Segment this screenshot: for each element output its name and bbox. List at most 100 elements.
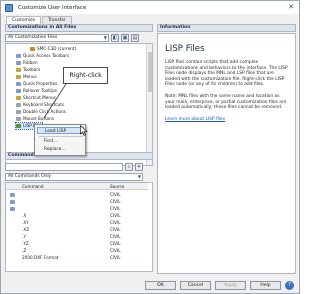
- customizations-toolbar: All Customization Files ▼ ◧ ▣ ▤: [5, 33, 153, 42]
- tree-item-label: Quick Properties: [23, 81, 58, 86]
- tree-item-label: Mouse Buttons: [23, 116, 55, 121]
- cui-file-icon: [30, 47, 35, 51]
- menu-item-find[interactable]: Find...: [37, 138, 84, 145]
- help-button[interactable]: Help: [250, 281, 281, 290]
- menu-item-replace[interactable]: Replace...: [37, 146, 84, 153]
- command-search-input[interactable]: [5, 162, 123, 171]
- toolbar-icon: [16, 54, 21, 58]
- table-row[interactable]: .XZ CIVIL: [6, 227, 148, 233]
- customization-files-select[interactable]: All Customization Files ▼: [5, 33, 109, 42]
- tree-item-label: Quick Access Toolbars: [23, 53, 70, 58]
- tree-scrollbar[interactable]: [146, 44, 152, 165]
- tree-item-keyboard-shortcuts[interactable]: Keyboard Shortcuts: [16, 102, 64, 108]
- menu-icon: [16, 75, 21, 79]
- tree-item-double-click-actions[interactable]: Double Click Actions: [16, 109, 66, 115]
- window-title: Customize User Interface: [18, 4, 87, 11]
- dock-icon[interactable]: ▤: [131, 33, 139, 42]
- table-row[interactable]: .X CIVIL: [6, 213, 148, 219]
- ok-button[interactable]: OK: [145, 281, 176, 290]
- column-source[interactable]: Source: [110, 183, 124, 190]
- mouse-icon: [16, 117, 21, 121]
- learn-more-link[interactable]: Learn more about LISP files: [165, 117, 225, 122]
- tree-item-label: Menus: [23, 74, 37, 79]
- command-source: CIVIL: [110, 227, 121, 232]
- tree-item-label: Rollover Tooltips: [23, 88, 58, 93]
- tree-item-label: SMC-C3D (current): [37, 46, 77, 51]
- info-description: LISP files contain scripts that add comp…: [165, 60, 288, 88]
- tree-item-shortcut-menus[interactable]: Shortcut Menus: [16, 95, 56, 101]
- keyboard-icon: [16, 103, 21, 107]
- tree-item-menus[interactable]: Menus: [16, 74, 37, 80]
- information-header: Information: [157, 24, 296, 32]
- column-command[interactable]: Command: [22, 183, 44, 190]
- properties-icon: [16, 82, 21, 86]
- search-icon[interactable]: ⌕: [125, 162, 133, 171]
- command-source: CIVIL: [110, 241, 121, 246]
- cancel-button[interactable]: Cancel: [180, 281, 211, 290]
- new-command-icon[interactable]: ✦: [135, 162, 143, 171]
- tab-customize[interactable]: Customize: [6, 16, 42, 24]
- close-icon[interactable]: ✕: [288, 3, 294, 11]
- mouse-cursor-icon: [80, 125, 88, 136]
- menu-item-load-lisp[interactable]: Load LISP: [37, 127, 84, 134]
- tooltip-icon: [16, 89, 21, 93]
- save-icon[interactable]: ▣: [121, 33, 129, 42]
- table-row[interactable]: CIVIL: [6, 206, 148, 212]
- tree-item-label: Double Click Actions: [23, 109, 66, 114]
- tree-item-quick-properties[interactable]: Quick Properties: [16, 81, 57, 87]
- command-icon: [10, 207, 15, 211]
- tree-item-rollover-tooltips[interactable]: Rollover Tooltips: [16, 88, 57, 94]
- command-icon: [10, 200, 15, 204]
- command-source: CIVIL: [110, 220, 121, 225]
- table-row[interactable]: CIVIL: [6, 199, 148, 205]
- right-click-callout: Right-click: [63, 67, 108, 84]
- ribbon-icon: [16, 61, 21, 65]
- command-name: .X: [22, 213, 27, 218]
- information-panel: Information LISP Files LISP files contai…: [157, 24, 296, 274]
- command-source: CIVIL: [110, 234, 121, 239]
- table-row[interactable]: .YZ CIVIL: [6, 241, 148, 247]
- tree-item-label: Ribbon: [23, 60, 38, 65]
- tree-item-label: Toolbars: [23, 67, 41, 72]
- table-row[interactable]: 2000 DXF Format CIVIL: [6, 255, 148, 261]
- information-body: LISP Files LISP files contain scripts th…: [157, 33, 296, 274]
- command-table: Command Source CIVIL CIVIL CIVIL .X CIVI…: [5, 182, 153, 272]
- tab-transfer[interactable]: Transfer: [42, 16, 72, 24]
- info-title: LISP Files: [165, 44, 205, 54]
- menu-separator: [39, 136, 83, 137]
- scroll-thumb[interactable]: [148, 52, 152, 92]
- command-filter-value: All Commands Only: [8, 173, 52, 179]
- customization-files-value: All Customization Files: [8, 34, 58, 40]
- command-source: CIVIL: [110, 199, 121, 204]
- table-row[interactable]: .Y CIVIL: [6, 234, 148, 240]
- command-filter-select[interactable]: All Commands Only ▼: [5, 172, 143, 181]
- info-note: Note: MNL files with the same name and l…: [165, 93, 287, 111]
- toolbar-icon: [16, 68, 21, 72]
- command-source: CIVIL: [110, 206, 121, 211]
- table-row[interactable]: .XY CIVIL: [6, 220, 148, 226]
- command-source: CIVIL: [110, 192, 121, 197]
- title-bar: Customize User Interface ✕: [1, 1, 299, 14]
- help-icon[interactable]: ?: [285, 281, 294, 290]
- command-source: CIVIL: [110, 213, 121, 218]
- app-icon: [5, 3, 13, 12]
- command-name: .XY: [22, 220, 29, 225]
- context-menu: Load LISP Find... Replace...: [34, 124, 86, 156]
- lisp-file-icon: [16, 124, 21, 128]
- command-name: .YZ: [22, 241, 29, 246]
- command-name: .XZ: [22, 227, 30, 232]
- open-file-icon[interactable]: ◧: [111, 33, 119, 42]
- tree-item-quick-access-toolbars[interactable]: Quick Access Toolbars: [16, 53, 69, 59]
- table-row[interactable]: .Z CIVIL: [6, 248, 148, 254]
- tree-item-smc-c3d[interactable]: SMC-C3D (current): [30, 46, 76, 52]
- command-filter-bar: All Commands Only ▼: [5, 172, 153, 181]
- tree-item-toolbars[interactable]: Toolbars: [16, 67, 40, 73]
- apply-button[interactable]: Apply: [215, 281, 246, 290]
- table-row[interactable]: CIVIL: [6, 192, 148, 198]
- tree-item-ribbon[interactable]: Ribbon: [16, 60, 38, 66]
- tree-item-label: Shortcut Menus: [23, 95, 56, 100]
- tree-item-mouse-buttons[interactable]: Mouse Buttons: [16, 116, 54, 122]
- command-source: CIVIL: [110, 248, 121, 253]
- command-table-header: Command Source: [6, 183, 148, 190]
- tree-item-label: Keyboard Shortcuts: [23, 102, 65, 107]
